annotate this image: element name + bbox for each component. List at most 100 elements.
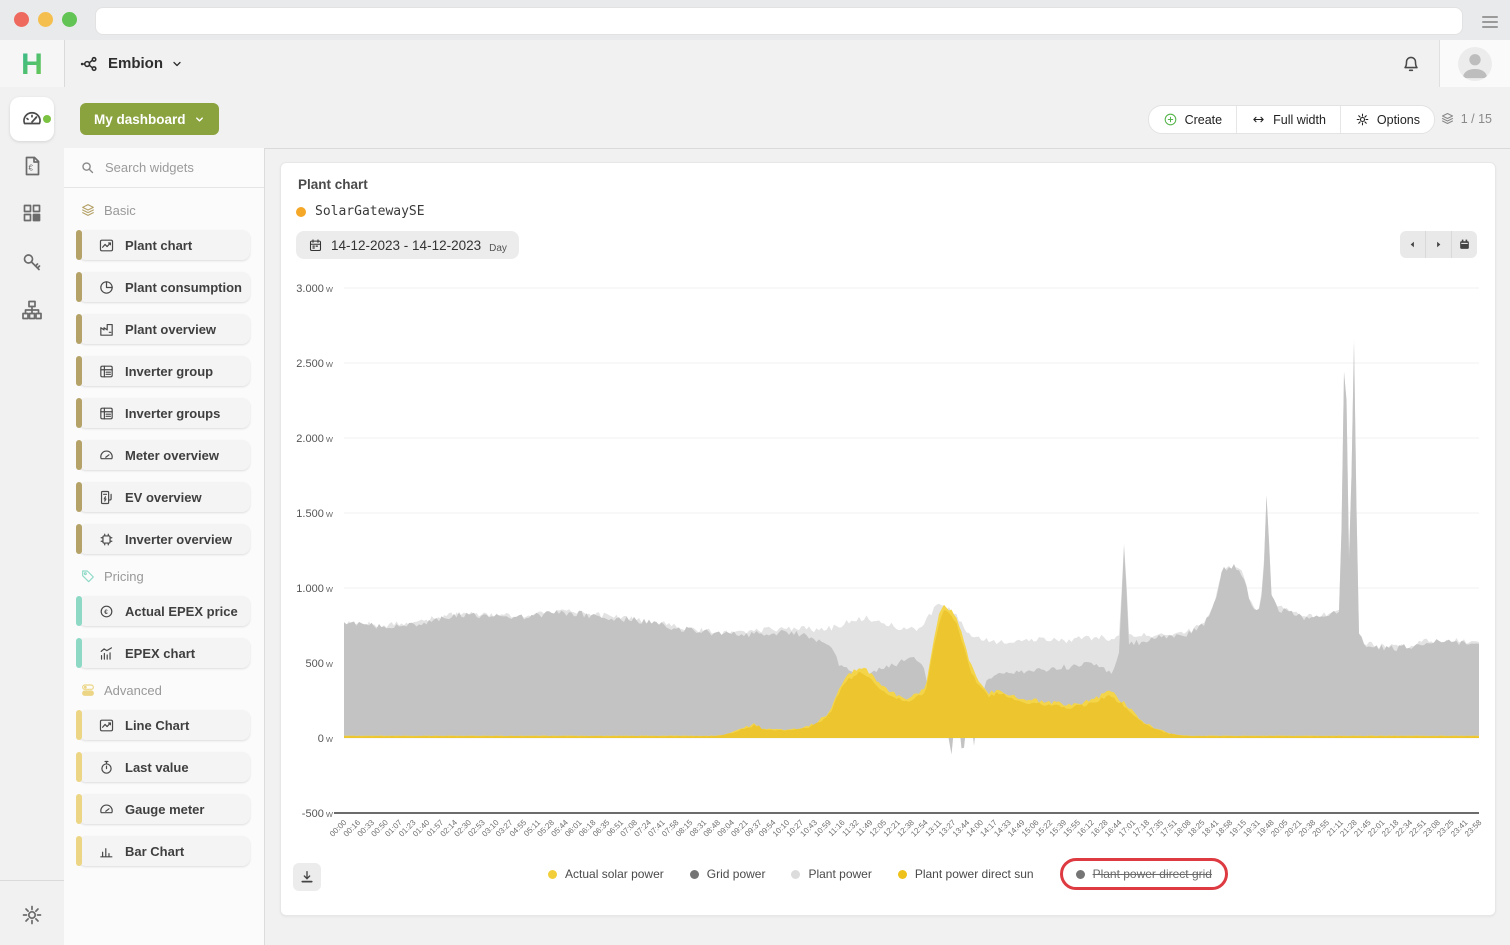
widget-item-label: Inverter groups [125,406,220,421]
svg-text:23:58: 23:58 [1463,818,1484,839]
window-maximize-button[interactable] [62,12,77,27]
chevron-down-icon [171,58,183,70]
legend-item-plant-power-direct-sun[interactable]: Plant power direct sun [898,860,1034,888]
widget-item-label: Plant chart [125,238,192,253]
svg-text:3.000 W: 3.000 W [296,283,334,295]
widget-item-inverter-group[interactable]: Inverter group [78,356,250,386]
app-logo[interactable]: H [0,40,65,87]
options-label: Options [1377,113,1420,127]
widget-item-label: Last value [125,760,189,775]
coin-icon: € [98,603,115,620]
layers-icon [1440,111,1455,126]
widget-item-plant-overview[interactable]: Plant overview [78,314,250,344]
accent-bar [76,638,82,668]
rail-divider [0,880,64,881]
rail-item-billing[interactable]: € [10,144,54,188]
accent-bar [76,596,82,626]
widget-item-actual-epex-price[interactable]: € Actual EPEX price [78,596,250,626]
dashboard-toolbar: My dashboard Create Full width Options 1… [64,87,1510,149]
legend-label: Actual solar power [565,867,664,881]
widget-item-inverter-groups[interactable]: Inverter groups [78,398,250,428]
avatar [1458,47,1492,81]
legend-item-grid-power[interactable]: Grid power [690,860,766,888]
accent-bar [76,710,82,740]
widget-item-inverter-overview[interactable]: Inverter overview [78,524,250,554]
meter-icon [98,447,115,464]
molecule-icon [78,53,100,75]
app-header: H Embion [0,40,1510,88]
rail-item-access[interactable] [10,240,54,284]
widget-item-label: Plant overview [125,322,216,337]
window-minimize-button[interactable] [38,12,53,27]
widget-item-label: Actual EPEX price [125,604,238,619]
legend-item-actual-solar-power[interactable]: Actual solar power [548,860,664,888]
create-label: Create [1185,113,1223,127]
rail-item-dashboard[interactable] [10,97,54,141]
legend-item-plant-power-direct-grid[interactable]: Plant power direct grid [1060,858,1228,890]
svg-text:1.500 W: 1.500 W [296,508,334,520]
widget-item-label: Inverter group [125,364,213,379]
section-label: Advanced [104,683,162,698]
widget-item-epex-chart[interactable]: EPEX chart [78,638,250,668]
svg-text:2.500 W: 2.500 W [296,358,334,370]
key-icon [20,250,44,274]
widget-item-gauge-meter[interactable]: Gauge meter [78,794,250,824]
accent-bar [76,230,82,260]
widget-item-plant-consumption[interactable]: Plant consumption [78,272,250,302]
tag-icon [80,568,96,584]
widget-item-label: Bar Chart [125,844,184,859]
table-list-icon [98,363,115,380]
table-list-icon [98,405,115,422]
line-chart-icon [98,717,115,734]
widget-item-plant-chart[interactable]: Plant chart [78,230,250,260]
dashboard-selector-label: My dashboard [94,112,186,127]
download-button[interactable] [293,863,321,891]
full-width-button[interactable]: Full width [1237,106,1341,133]
ev-charger-icon [98,489,115,506]
svg-text:H: H [21,49,43,79]
widget-search [64,148,264,188]
window-close-button[interactable] [14,12,29,27]
widget-item-line-chart[interactable]: Line Chart [78,710,250,740]
browser-menu-icon[interactable] [1482,13,1498,31]
section-label: Basic [104,203,136,218]
org-switcher[interactable]: Embion [78,40,183,87]
legend-dot [548,870,557,879]
arrows-horizontal-icon [1251,112,1266,127]
plant-chart-plot[interactable]: 3.000 W2.500 W2.000 W1.500 W1.000 W500 W… [281,163,1495,853]
options-button[interactable]: Options [1341,106,1434,133]
notifications-bell-icon[interactable] [1400,52,1422,74]
rail-item-topology[interactable] [10,288,54,332]
grid-squares-icon [20,201,44,225]
widget-item-bar-chart[interactable]: Bar Chart [78,836,250,866]
widget-item-ev-overview[interactable]: EV overview [78,482,250,512]
dashboard-selector-button[interactable]: My dashboard [80,103,219,135]
widget-item-meter-overview[interactable]: Meter overview [78,440,250,470]
svg-text:500 W: 500 W [305,658,333,670]
h-logo-icon: H [15,49,49,79]
invoice-icon: € [20,154,44,178]
chip-icon [98,531,115,548]
line-chart-icon [98,237,115,254]
search-input[interactable] [103,159,237,176]
section-label: Pricing [104,569,144,584]
svg-text:1.000 W: 1.000 W [296,583,334,595]
legend-item-plant-power[interactable]: Plant power [791,860,871,888]
widget-sidebar: Basic Plant chart Plant consumption Plant o… [64,148,265,945]
accent-bar [76,794,82,824]
rail-item-settings[interactable] [10,893,54,937]
stopwatch-icon [98,759,115,776]
svg-text:€: € [29,164,34,173]
page-indicator-label: 1 / 15 [1461,112,1492,126]
user-menu[interactable] [1439,40,1510,87]
meter-icon [98,801,115,818]
create-button[interactable]: Create [1149,106,1238,133]
rail-item-widgets[interactable] [10,191,54,235]
widget-item-label: Gauge meter [125,802,204,817]
active-dot [43,115,51,123]
plus-circle-icon [1163,112,1178,127]
browser-url-bar[interactable] [95,7,1463,35]
accent-bar [76,398,82,428]
legend-dot [898,870,907,879]
widget-item-last-value[interactable]: Last value [78,752,250,782]
